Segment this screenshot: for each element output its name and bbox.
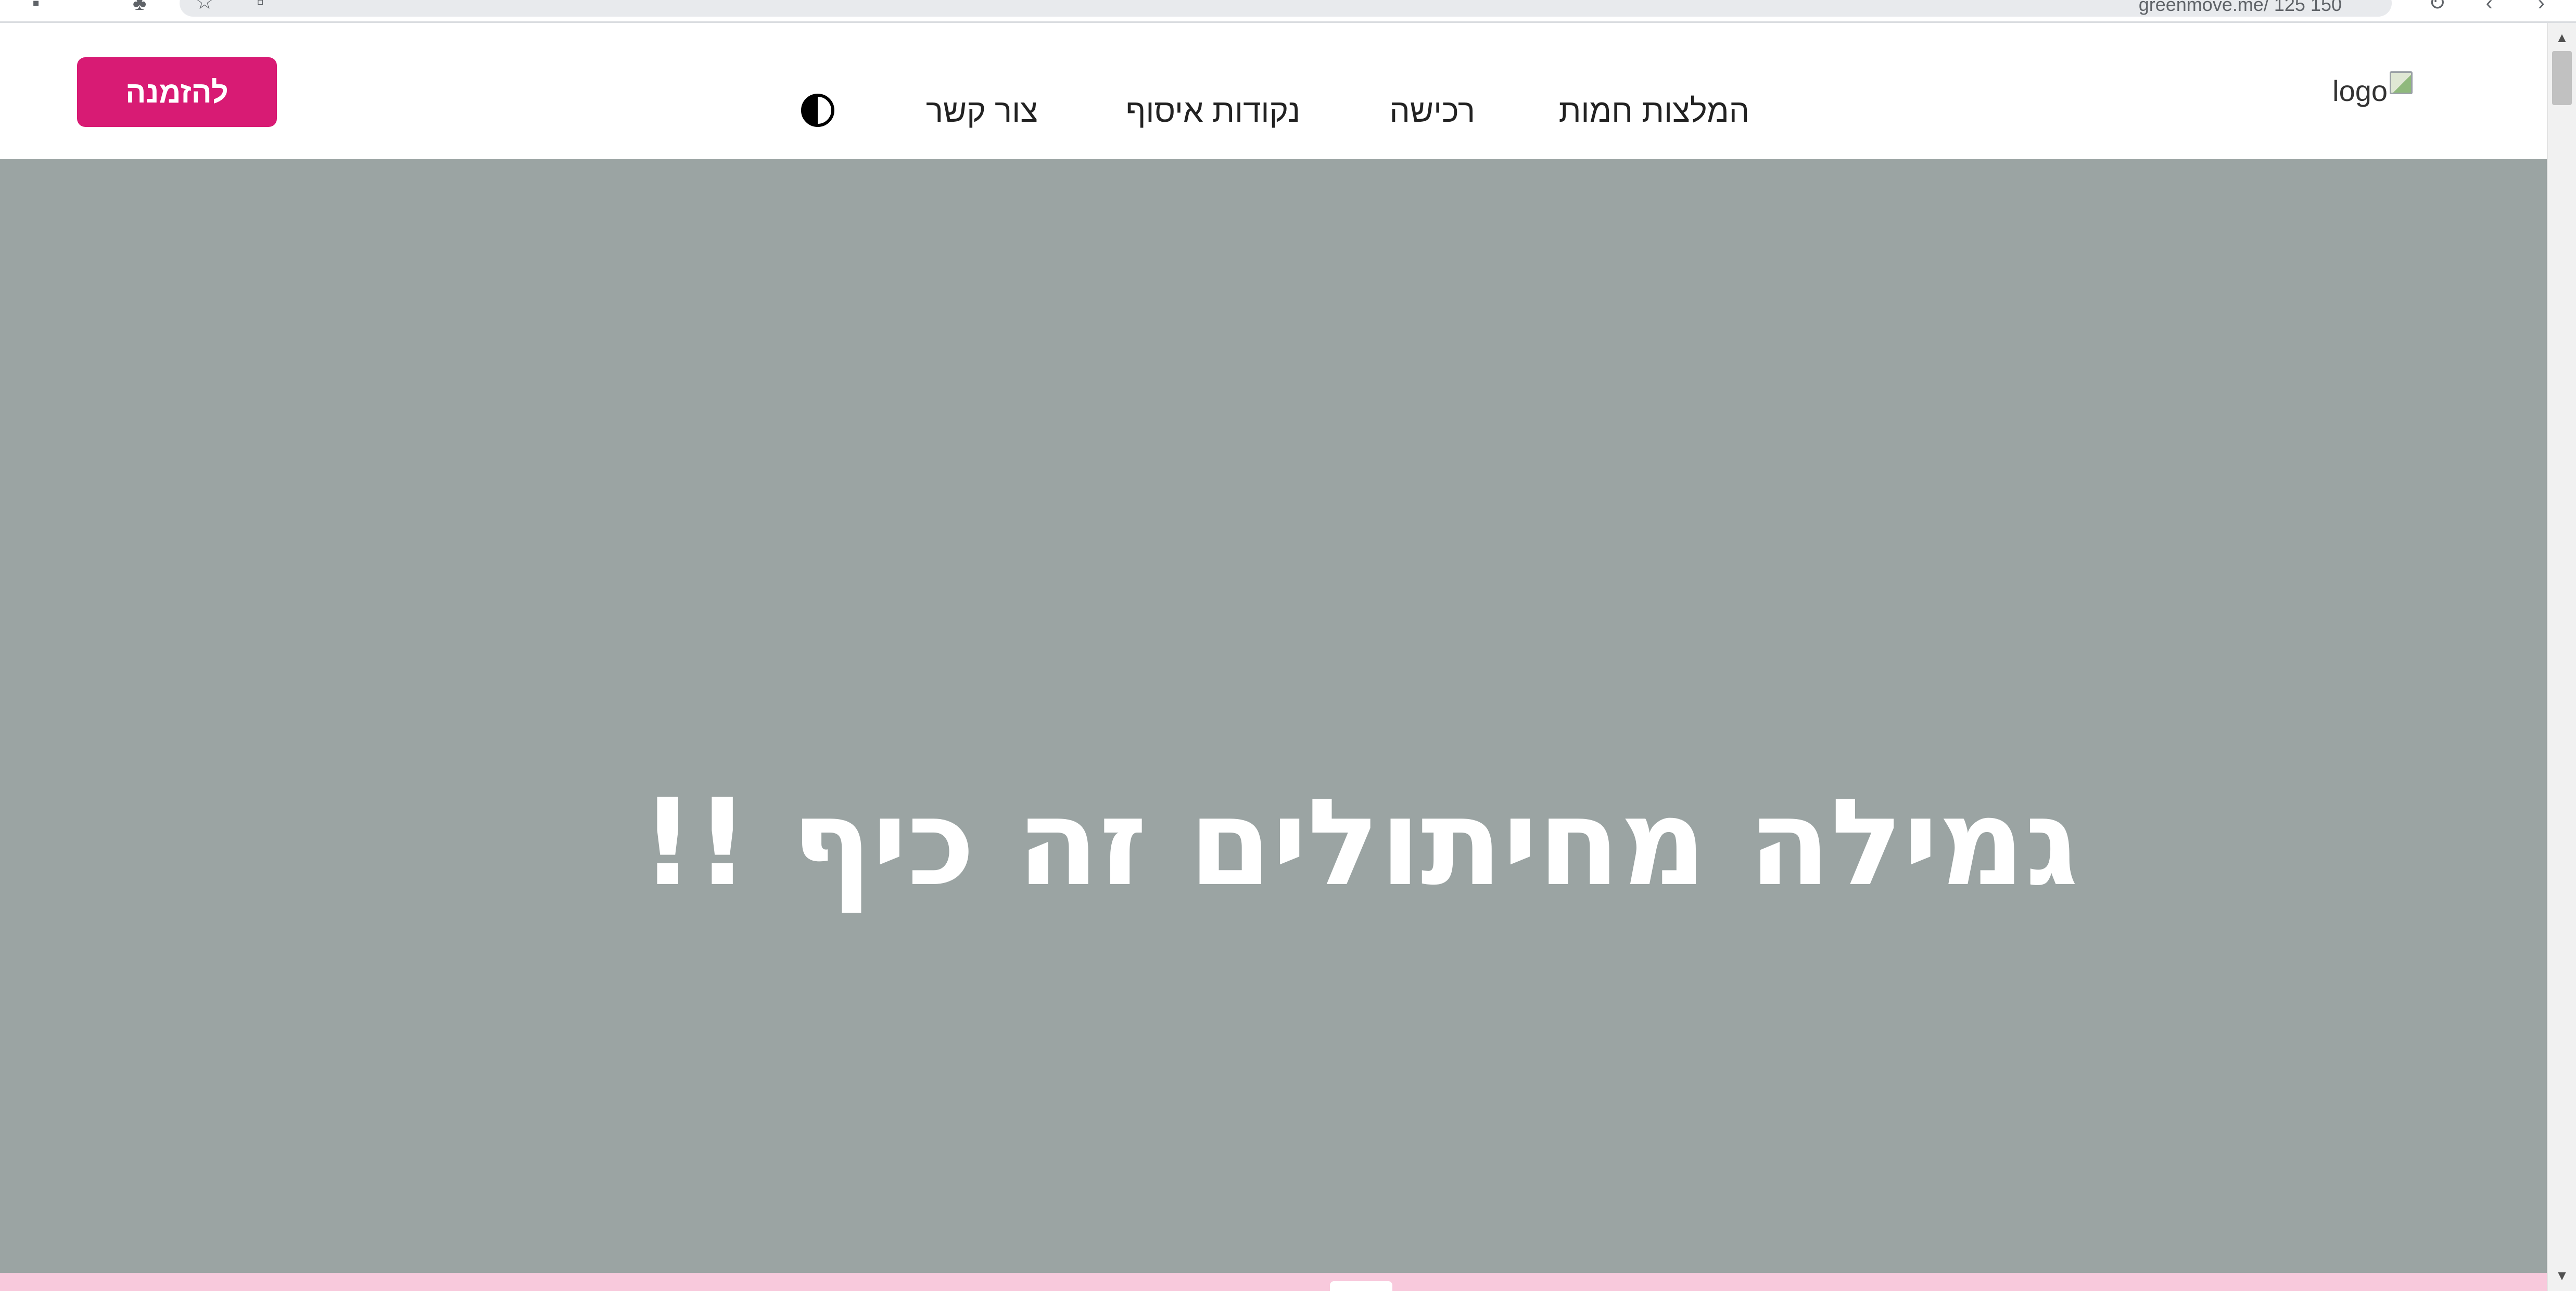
nav-item-contact[interactable]: צור קשר <box>926 91 1038 132</box>
vertical-scrollbar[interactable]: ▲ ▼ <box>2547 23 2576 1291</box>
scroll-down-icon[interactable]: ▼ <box>2548 1264 2576 1287</box>
address-bar[interactable]: ☆ ▫ <box>180 0 2392 17</box>
nav-item-pickup-points[interactable]: נקודות איסוף <box>1126 91 1300 132</box>
main-nav: המלצות חמות רכישה נקודות איסוף צור קשר <box>0 91 2547 132</box>
browser-toolbar: ▪ ♣ ☆ ▫ greenmove.me/ 125 150 ↻ ‹ › <box>0 0 2576 23</box>
page: ▪ ♣ ☆ ▫ greenmove.me/ 125 150 ↻ ‹ › logo… <box>0 0 2576 1291</box>
scroll-up-icon[interactable]: ▲ <box>2548 26 2576 49</box>
nav-item-recommendations[interactable]: המלצות חמות <box>1559 91 1749 132</box>
hero-section: גמילה מחיתולים זה כיף !! <box>0 159 2547 1273</box>
bottom-strip <box>0 1273 2547 1291</box>
extension-icon[interactable]: ♣ <box>133 0 146 14</box>
nav-back-icon[interactable]: ‹ <box>2486 0 2493 14</box>
hero-title: גמילה מחיתולים זה כיף !! <box>640 774 2078 913</box>
contrast-icon[interactable] <box>800 93 835 128</box>
site-header: logo המלצות חמות רכישה נקודות איסוף צור … <box>0 23 2547 159</box>
nav-forward-icon[interactable]: › <box>2538 0 2545 14</box>
bottom-handle[interactable] <box>1330 1281 1392 1291</box>
order-button[interactable]: להזמנה <box>77 57 277 127</box>
nav-item-purchase[interactable]: רכישה <box>1390 91 1475 132</box>
page-info-icon[interactable]: ▫ <box>257 0 264 12</box>
back-icon[interactable]: ▪ <box>32 0 40 14</box>
address-url: greenmove.me/ 125 150 <box>2138 0 2342 15</box>
scroll-thumb[interactable] <box>2552 51 2572 105</box>
bookmark-star-icon[interactable]: ☆ <box>195 0 214 12</box>
reload-icon[interactable]: ↻ <box>2428 0 2446 14</box>
